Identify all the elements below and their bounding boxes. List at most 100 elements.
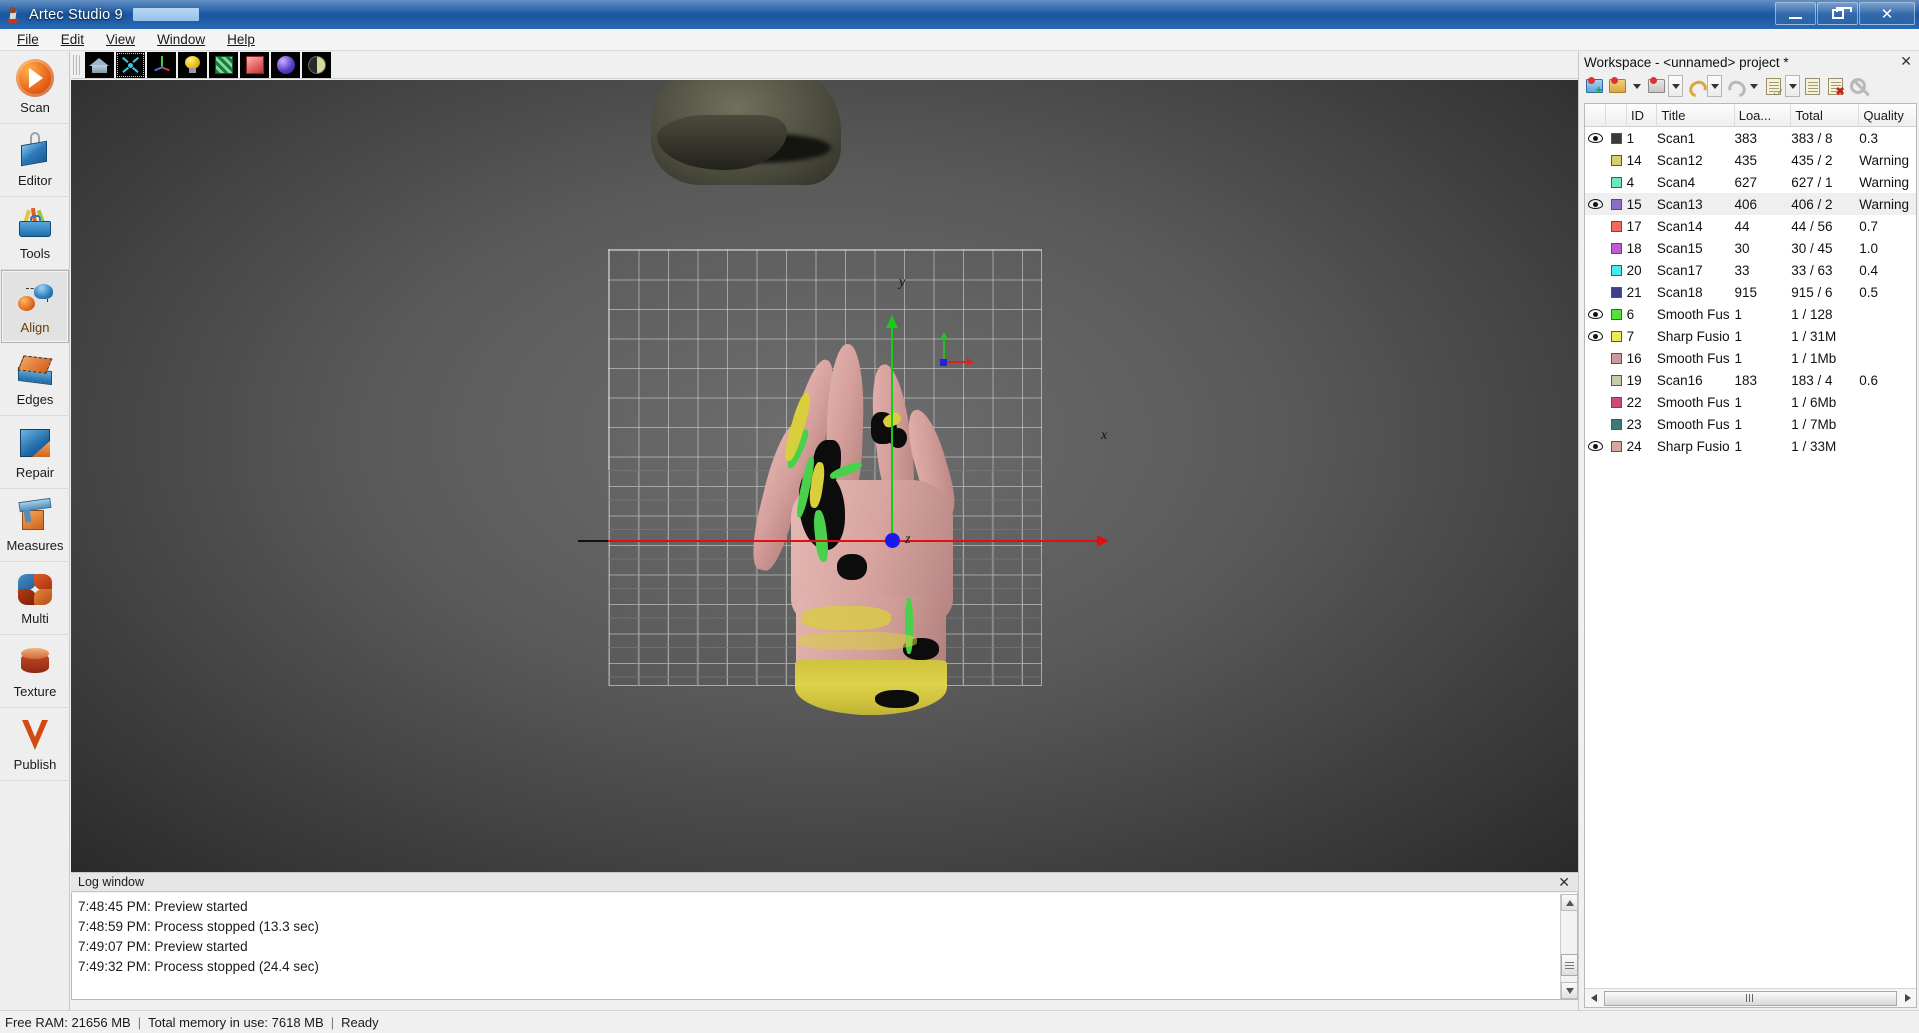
log-scroll-up-button[interactable] — [1561, 894, 1578, 911]
select-all-icon[interactable] — [1762, 75, 1784, 97]
log-window-body[interactable]: 7:48:45 PM: Preview started 7:48:59 PM: … — [71, 893, 1578, 1000]
purple-sphere-icon[interactable] — [271, 52, 300, 78]
visibility-toggle[interactable] — [1585, 331, 1606, 341]
color-swatch[interactable] — [1606, 375, 1627, 386]
menu-view[interactable]: View — [95, 30, 146, 50]
column-id[interactable]: ID — [1627, 104, 1657, 127]
sidebar-item-tools[interactable]: Tools — [0, 197, 70, 270]
workspace-horizontal-scrollbar[interactable] — [1585, 988, 1916, 1007]
color-swatch[interactable] — [1606, 353, 1627, 364]
sidebar-item-align[interactable]: Align — [1, 270, 69, 343]
green-cube-icon[interactable] — [209, 52, 238, 78]
hscroll-thumb[interactable] — [1604, 991, 1897, 1006]
table-row[interactable]: 6Smooth Fus11 / 128 — [1585, 303, 1916, 325]
settings-gear-icon[interactable] — [1847, 75, 1869, 97]
skull-fragment-mesh[interactable] — [651, 80, 841, 185]
color-swatch[interactable] — [1606, 133, 1627, 144]
sidebar-item-texture[interactable]: Texture — [0, 635, 70, 708]
table-row[interactable]: 22Smooth Fus11 / 6Mb — [1585, 391, 1916, 413]
hscroll-left-button[interactable] — [1585, 990, 1602, 1007]
color-swatch[interactable] — [1606, 287, 1627, 298]
table-row[interactable]: 20Scan173333 / 630.4 — [1585, 259, 1916, 281]
home-view-icon[interactable] — [85, 52, 114, 78]
table-row[interactable]: 17Scan144444 / 560.7 — [1585, 215, 1916, 237]
shading-half-icon[interactable] — [302, 52, 331, 78]
select-dropdown-icon[interactable] — [1785, 75, 1800, 97]
lighting-bulb-icon[interactable] — [178, 52, 207, 78]
column-color[interactable] — [1606, 104, 1627, 127]
visibility-toggle[interactable] — [1585, 199, 1606, 209]
log-scrollbar[interactable] — [1560, 894, 1577, 999]
workspace-close-icon[interactable]: ✕ — [1900, 54, 1912, 68]
table-row[interactable]: 16Smooth Fus11 / 1Mb — [1585, 347, 1916, 369]
sidebar-item-repair[interactable]: Repair — [0, 416, 70, 489]
menu-file[interactable]: File — [6, 30, 50, 50]
color-swatch[interactable] — [1606, 419, 1627, 430]
color-swatch[interactable] — [1606, 243, 1627, 254]
table-row[interactable]: 21Scan18915915 / 60.5 — [1585, 281, 1916, 303]
open-project-icon[interactable] — [1606, 75, 1628, 97]
menu-edit[interactable]: Edit — [50, 30, 95, 50]
color-swatch[interactable] — [1606, 441, 1627, 452]
maximize-button[interactable] — [1817, 2, 1858, 25]
orientation-gizmo[interactable] — [937, 338, 973, 370]
sidebar-item-scan[interactable]: Scan — [0, 51, 70, 124]
sidebar-item-editor[interactable]: Editor — [0, 124, 70, 197]
table-row[interactable]: 4Scan4627627 / 1Warning — [1585, 171, 1916, 193]
3d-viewport[interactable]: x y z — [71, 80, 1578, 872]
table-row[interactable]: 7Sharp Fusio11 / 31M — [1585, 325, 1916, 347]
color-swatch[interactable] — [1606, 309, 1627, 320]
hand-scan-mesh[interactable] — [771, 370, 986, 715]
open-project-dropdown-icon[interactable] — [1629, 75, 1644, 97]
table-row[interactable]: 14Scan12435435 / 2Warning — [1585, 149, 1916, 171]
menu-window[interactable]: Window — [146, 30, 216, 50]
hscroll-right-button[interactable] — [1899, 990, 1916, 1007]
log-window-title-bar[interactable]: Log window ✕ — [71, 872, 1578, 892]
menu-bar[interactable]: File Edit View Window Help — [0, 29, 1919, 51]
sidebar-item-edges[interactable]: Edges — [0, 343, 70, 416]
table-row[interactable]: 15Scan13406406 / 2Warning — [1585, 193, 1916, 215]
axes-gizmo-icon[interactable] — [147, 52, 176, 78]
column-loaded[interactable]: Loa... — [1735, 104, 1792, 127]
close-button[interactable]: ✕ — [1859, 2, 1915, 25]
sidebar-item-measures[interactable]: Measures — [0, 489, 70, 562]
table-row[interactable]: 18Scan153030 / 451.0 — [1585, 237, 1916, 259]
log-scroll-thumb[interactable] — [1561, 954, 1578, 976]
toolbar-drag-handle[interactable] — [73, 55, 81, 75]
log-scroll-down-button[interactable] — [1561, 982, 1578, 999]
color-swatch[interactable] — [1606, 155, 1627, 166]
column-title[interactable]: Title — [1657, 104, 1734, 127]
column-quality[interactable]: Quality — [1859, 104, 1916, 127]
visibility-toggle[interactable] — [1585, 309, 1606, 319]
title-bar[interactable]: Artec Studio 9 ✕ — [0, 0, 1919, 29]
visibility-toggle[interactable] — [1585, 133, 1606, 143]
new-project-icon[interactable]: + — [1583, 75, 1605, 97]
column-visibility[interactable] — [1585, 104, 1606, 127]
color-swatch[interactable] — [1606, 397, 1627, 408]
redo-dropdown-icon[interactable] — [1746, 75, 1761, 97]
column-total[interactable]: Total — [1791, 104, 1859, 127]
save-project-icon[interactable] — [1645, 75, 1667, 97]
undo-icon[interactable] — [1684, 75, 1706, 97]
color-swatch[interactable] — [1606, 177, 1627, 188]
table-row[interactable]: 19Scan16183183 / 40.6 — [1585, 369, 1916, 391]
redo-icon[interactable] — [1723, 75, 1745, 97]
workspace-title-bar[interactable]: Workspace - <unnamed> project * ✕ — [1579, 51, 1919, 73]
sidebar-item-publish[interactable]: Publish — [0, 708, 70, 781]
undo-dropdown-icon[interactable] — [1707, 75, 1722, 97]
table-row[interactable]: 24Sharp Fusio11 / 33M — [1585, 435, 1916, 457]
color-swatch[interactable] — [1606, 265, 1627, 276]
color-swatch[interactable] — [1606, 199, 1627, 210]
minimize-button[interactable] — [1775, 2, 1816, 25]
color-swatch[interactable] — [1606, 331, 1627, 342]
workspace-table[interactable]: ID Title Loa... Total Quality 1Scan13833… — [1584, 103, 1917, 1008]
menu-help[interactable]: Help — [216, 30, 266, 50]
table-row[interactable]: 1Scan1383383 / 80.3 — [1585, 127, 1916, 149]
red-cube-icon[interactable] — [240, 52, 269, 78]
color-swatch[interactable] — [1606, 221, 1627, 232]
sidebar-item-multi[interactable]: Multi — [0, 562, 70, 635]
log-close-icon[interactable]: ✕ — [1558, 875, 1570, 889]
save-project-dropdown-icon[interactable] — [1668, 75, 1683, 97]
fit-to-view-icon[interactable] — [116, 52, 145, 78]
visibility-toggle[interactable] — [1585, 441, 1606, 451]
